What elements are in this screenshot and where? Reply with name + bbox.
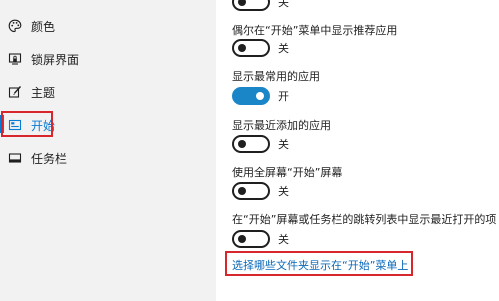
- toggle-switch[interactable]: [232, 0, 270, 11]
- settings-sidebar: 颜色 锁屏界面 主题 开始 任务栏: [0, 0, 216, 301]
- sidebar-item-label: 颜色: [31, 19, 56, 34]
- start-settings-panel: 关 偶尔在“开始”菜单中显示推荐应用 关 显示最常用的应用 开 显示最近添加的应…: [216, 0, 499, 301]
- setting-toggle-row: 关: [232, 182, 289, 200]
- toggle-state-label: 关: [278, 0, 289, 9]
- toggle-switch[interactable]: [232, 230, 270, 248]
- setting-toggle-row: 关: [232, 230, 289, 248]
- toggle-switch[interactable]: [232, 39, 270, 57]
- setting-label: 显示最近添加的应用: [232, 119, 331, 132]
- sidebar-item-label: 锁屏界面: [31, 52, 80, 67]
- toggle-switch[interactable]: [232, 87, 270, 105]
- taskbar-icon: [7, 150, 23, 166]
- setting-toggle-row: 开: [232, 87, 289, 105]
- toggle-knob: [238, 187, 246, 195]
- toggle-knob: [238, 235, 246, 243]
- toggle-state-label: 关: [278, 42, 289, 55]
- toggle-knob: [238, 140, 246, 148]
- sidebar-item-start[interactable]: 开始: [0, 113, 216, 137]
- setting-label: 在“开始”屏幕或任务栏的跳转列表中显示最近打开的项: [232, 213, 497, 226]
- setting-toggle-row: 关: [232, 39, 289, 57]
- setting-label: 显示最常用的应用: [232, 70, 320, 83]
- toggle-state-label: 关: [278, 233, 289, 246]
- sidebar-item-taskbar[interactable]: 任务栏: [0, 146, 216, 170]
- sidebar-item-colors[interactable]: 颜色: [0, 14, 216, 38]
- toggle-knob: [238, 44, 246, 52]
- toggle-state-label: 关: [278, 138, 289, 151]
- sidebar-item-themes[interactable]: 主题: [0, 80, 216, 104]
- setting-toggle-row: 关: [232, 0, 289, 11]
- choose-start-folders-link[interactable]: 选择哪些文件夹显示在“开始”菜单上: [232, 257, 408, 273]
- sidebar-item-label: 开始: [31, 118, 56, 133]
- setting-label: 使用全屏幕“开始”屏幕: [232, 166, 343, 179]
- theme-brush-icon: [7, 84, 23, 100]
- sidebar-item-label: 主题: [31, 85, 56, 100]
- toggle-knob: [256, 92, 264, 100]
- lock-screen-icon: [7, 51, 23, 67]
- sidebar-item-label: 任务栏: [31, 151, 68, 166]
- toggle-switch[interactable]: [232, 135, 270, 153]
- toggle-state-label: 开: [278, 90, 289, 103]
- setting-label: 偶尔在“开始”菜单中显示推荐应用: [232, 24, 398, 37]
- toggle-knob: [238, 0, 246, 6]
- sidebar-item-lock-screen[interactable]: 锁屏界面: [0, 47, 216, 71]
- toggle-state-label: 关: [278, 185, 289, 198]
- palette-icon: [7, 18, 23, 34]
- setting-toggle-row: 关: [232, 135, 289, 153]
- start-menu-icon: [7, 117, 23, 133]
- toggle-switch[interactable]: [232, 182, 270, 200]
